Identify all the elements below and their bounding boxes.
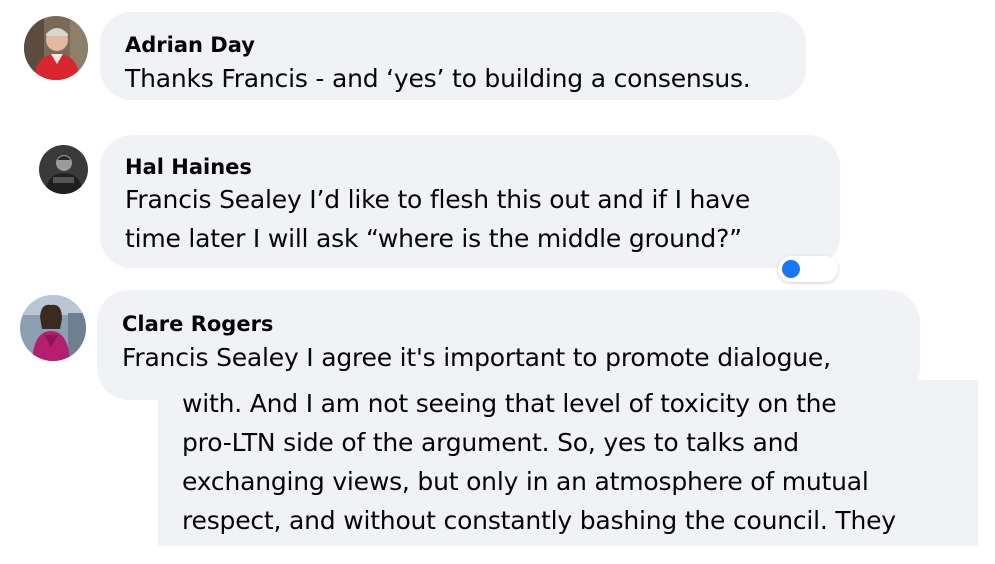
- comment-author[interactable]: Adrian Day: [125, 33, 255, 57]
- excerpt-line: respect, and without constantly bashing …: [182, 506, 896, 535]
- comment-text: Francis Sealey I’d like to flesh this ou…: [125, 185, 751, 214]
- avatar-hal-haines[interactable]: [39, 145, 88, 194]
- excerpt-line: exchanging views, but only in an atmosph…: [182, 467, 869, 496]
- comment-text: Francis Sealey I agree it's important to…: [122, 343, 831, 372]
- comment-author[interactable]: Hal Haines: [125, 155, 252, 179]
- comment-author[interactable]: Clare Rogers: [122, 312, 273, 336]
- excerpt-line: with. And I am not seeing that level of …: [182, 389, 837, 418]
- reaction-badge[interactable]: [778, 256, 838, 282]
- comment-excerpt-panel: with. And I am not seeing that level of …: [158, 380, 978, 546]
- excerpt-line: pro-LTN side of the argument. So, yes to…: [182, 428, 799, 457]
- comment-text: Thanks Francis - and ‘yes’ to building a…: [125, 64, 751, 93]
- avatar-adrian-day[interactable]: [24, 16, 88, 80]
- comment-text: time later I will ask “where is the midd…: [125, 224, 742, 253]
- avatar-clare-rogers[interactable]: [20, 295, 86, 361]
- like-reaction-icon: [782, 260, 800, 278]
